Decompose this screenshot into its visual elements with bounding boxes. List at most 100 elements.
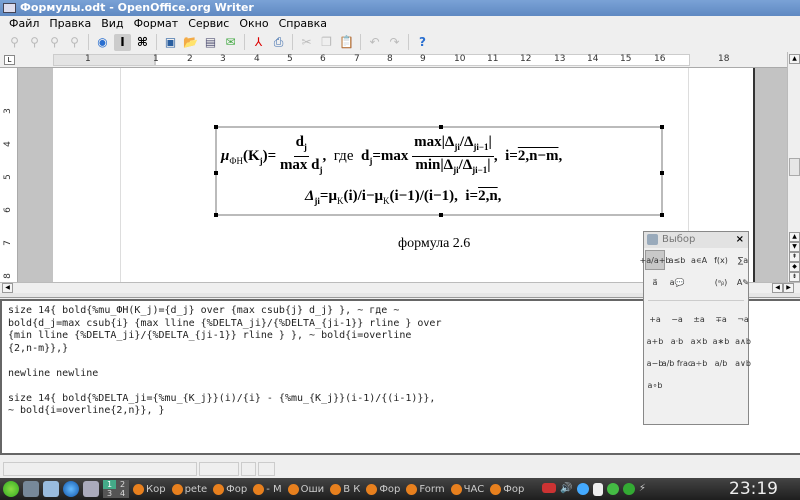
- palette-category[interactable]: a💬: [667, 272, 687, 292]
- taskbar-task[interactable]: Фор: [490, 483, 524, 495]
- keyboard-layout-icon[interactable]: [542, 482, 557, 493]
- export-pdf-icon[interactable]: ⅄: [250, 34, 267, 51]
- palette-operator[interactable]: ±a: [689, 309, 709, 329]
- zoom-100-icon[interactable]: ⚲: [46, 34, 63, 51]
- undo-icon[interactable]: ↶: [366, 34, 383, 51]
- palette-category[interactable]: a≤b: [667, 250, 687, 270]
- redo-icon[interactable]: ↷: [386, 34, 403, 51]
- taskbar-task[interactable]: В К: [330, 483, 360, 495]
- palette-category[interactable]: +a/a+b: [640, 250, 671, 270]
- save-icon[interactable]: ▤: [202, 34, 219, 51]
- palette-operator[interactable]: a×b: [689, 331, 709, 351]
- taskbar-task[interactable]: Фор: [213, 483, 248, 495]
- zoom-icon[interactable]: ⚲: [6, 34, 23, 51]
- formula-cursor-icon[interactable]: I: [114, 33, 131, 51]
- palette-operator[interactable]: a∗b: [711, 331, 731, 351]
- taskbar-task[interactable]: Form: [406, 483, 445, 495]
- help-icon[interactable]: ?: [414, 34, 431, 51]
- palette-operator[interactable]: a·b: [667, 331, 687, 351]
- task-icon: [406, 483, 418, 495]
- palette-category[interactable]: ∑a: [733, 250, 753, 270]
- task-icon: [171, 483, 183, 495]
- ruler-number: 5: [287, 54, 293, 64]
- palette-operator[interactable]: a∨b: [733, 353, 753, 373]
- palette-operator[interactable]: a+b: [645, 331, 665, 351]
- taskbar-task[interactable]: Фор: [366, 483, 400, 495]
- menu-tools[interactable]: Сервис: [183, 16, 234, 32]
- palette-category[interactable]: [689, 272, 709, 292]
- start-menu-icon[interactable]: [3, 481, 19, 497]
- palette-category[interactable]: (ᵃᵦ): [711, 272, 731, 292]
- clipboard-icon[interactable]: [592, 482, 603, 496]
- zoom-out-icon[interactable]: ⚲: [66, 34, 83, 51]
- menu-format[interactable]: Формат: [129, 16, 184, 32]
- task-label: Form: [419, 483, 445, 495]
- palette-category[interactable]: f(x): [711, 250, 731, 270]
- task-label: pete: [184, 483, 208, 495]
- terminal-icon[interactable]: [83, 481, 99, 497]
- palette-category[interactable]: a∊A: [689, 250, 709, 270]
- horizontal-ruler[interactable]: L 1 1 2 3 4 5 6 7 8 9 10 11 12 13 14 15 16 18: [0, 52, 787, 68]
- cut-icon[interactable]: ✂: [298, 34, 315, 51]
- menu-file[interactable]: Файл: [4, 16, 44, 32]
- zoom-in-icon[interactable]: ⚲: [26, 34, 43, 51]
- palette-operator[interactable]: ¬a: [733, 309, 753, 329]
- file-manager-icon[interactable]: [43, 481, 59, 497]
- selection-palette: Выбор × +a/a+b a≤b a∊A f(x) ∑a a⃗ a💬 (ᵃᵦ) A✎ +a −a…: [640, 231, 751, 425]
- paste-icon[interactable]: 📋: [338, 34, 355, 51]
- menu-edit[interactable]: Правка: [44, 16, 96, 32]
- volume-icon[interactable]: 🔊: [560, 483, 572, 496]
- menu-help[interactable]: Справка: [274, 16, 332, 32]
- ruler-number: 7: [354, 54, 360, 64]
- vertical-ruler: 3 4 5 6 7 8: [0, 68, 18, 282]
- status-bar: [0, 458, 800, 478]
- open-icon[interactable]: 📂: [182, 34, 199, 51]
- new-document-icon[interactable]: ▣: [162, 34, 179, 51]
- browser-icon[interactable]: [63, 481, 79, 497]
- taskbar-task[interactable]: Кор: [133, 483, 166, 495]
- copy-icon[interactable]: ❐: [318, 34, 335, 51]
- palette-category[interactable]: A✎: [733, 272, 753, 292]
- palette-operator[interactable]: a/b: [711, 353, 731, 373]
- connection-icon[interactable]: ⚡: [639, 483, 646, 496]
- desktop-icon[interactable]: [23, 481, 39, 497]
- update-tray-icon[interactable]: [606, 482, 619, 495]
- scroll-thumb[interactable]: [789, 158, 800, 176]
- taskbar-task[interactable]: - M: [253, 483, 282, 495]
- palette-operator[interactable]: ∓a: [711, 309, 731, 329]
- formula-caption: формула 2.6: [398, 236, 471, 251]
- taskbar-task[interactable]: ЧАС: [450, 483, 484, 495]
- task-icon: [366, 483, 378, 495]
- taskbar-task[interactable]: pete: [171, 483, 208, 495]
- taskbar-task[interactable]: Оши: [287, 483, 324, 495]
- tab-stop-selector[interactable]: L: [4, 55, 15, 65]
- palette-operator[interactable]: a∘b: [645, 375, 665, 395]
- skype-icon[interactable]: [576, 482, 589, 495]
- menu-view[interactable]: Вид: [96, 16, 128, 32]
- palette-operator[interactable]: −a: [667, 309, 687, 329]
- print-icon[interactable]: ⎙: [270, 34, 287, 51]
- palette-operator[interactable]: a/b frac: [662, 353, 693, 373]
- app-icon: [3, 3, 16, 13]
- workspace-pager[interactable]: 1234: [103, 480, 129, 498]
- ruler-number: 11: [487, 54, 499, 64]
- update-icon[interactable]: ◉: [94, 34, 111, 51]
- clock[interactable]: 23:19: [729, 479, 778, 499]
- ruler-number: 9: [420, 54, 426, 64]
- menu-window[interactable]: Окно: [234, 16, 273, 32]
- palette-operator[interactable]: a∧b: [733, 331, 753, 351]
- command-text[interactable]: size 14{ bold{%mu_ФН(K_j)={d_j} over {ma…: [8, 305, 441, 418]
- symbols-icon[interactable]: ⌘: [134, 34, 151, 51]
- palette-operator[interactable]: a÷b: [689, 353, 709, 373]
- ruler-number: 4: [2, 141, 13, 147]
- palette-category[interactable]: a⃗: [645, 272, 665, 292]
- vertical-scrollbar[interactable]: ▲ ▲ ▼ ⇞ ◆ ⇟: [787, 52, 800, 282]
- network-icon[interactable]: [622, 482, 635, 495]
- formula-object[interactable]: μФН(Kj)= dj max dj, где dj=max max|Δji/Δj…: [214, 125, 664, 217]
- palette-title: Выбор: [662, 234, 696, 245]
- task-label: Фор: [226, 483, 248, 495]
- task-icon: [287, 483, 299, 495]
- email-icon[interactable]: ✉: [222, 34, 239, 51]
- close-icon[interactable]: ×: [736, 232, 744, 248]
- palette-operator[interactable]: +a: [645, 309, 665, 329]
